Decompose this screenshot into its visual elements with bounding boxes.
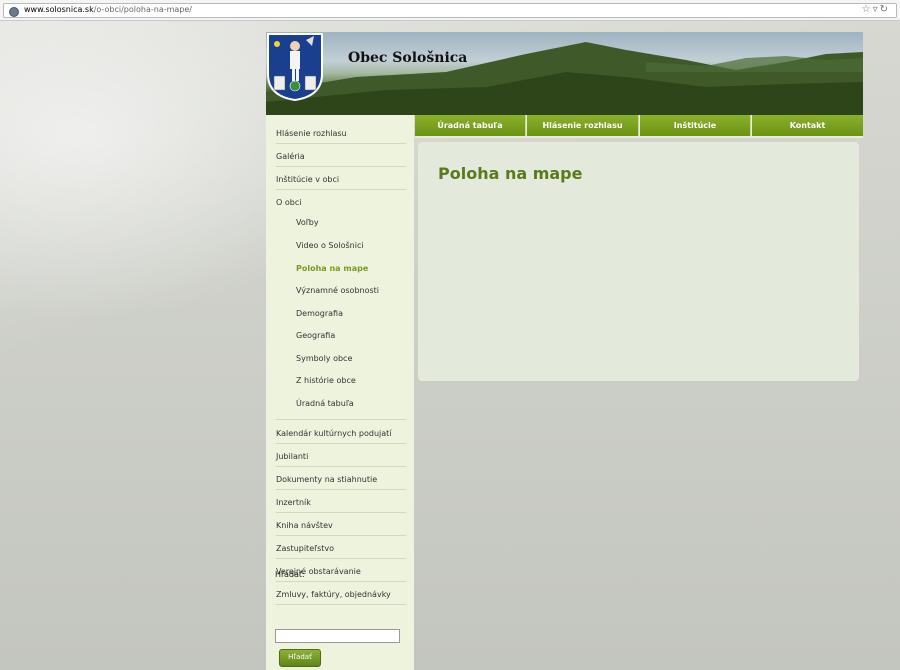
sidebar-item-kalendar[interactable]: Kalendár kultúrnych podujatí <box>276 429 406 444</box>
sidebar: Hlásenie rozhlasu Galéria Inštitúcie v o… <box>266 115 414 670</box>
top-navigation: Úradná tabuľa Hlásenie rozhlasu Inštitúc… <box>415 115 863 138</box>
sidebar-subitem-uradna-tabula[interactable]: Úradná tabuľa <box>296 399 354 408</box>
sidebar-subitem-osobnosti[interactable]: Významné osobnosti <box>296 286 379 295</box>
tab-kontakt[interactable]: Kontakt <box>752 115 863 136</box>
globe-icon <box>9 7 19 17</box>
header-banner: Obec Sološnica <box>266 32 863 115</box>
sidebar-subitem-poloha-na-mape[interactable]: Poloha na mape <box>296 264 368 273</box>
tab-institucie[interactable]: Inštitúcie <box>640 115 751 136</box>
star-icon[interactable]: ☆ <box>862 4 873 15</box>
sidebar-item-zastupitelstvo[interactable]: Zastupiteľstvo <box>276 544 406 559</box>
sidebar-divider <box>276 419 406 420</box>
sidebar-subitem-demografia[interactable]: Demografia <box>296 309 343 318</box>
search-input[interactable] <box>275 629 400 643</box>
url-text: www.solosnica.sk/o-obci/poloha-na-mape/ <box>24 5 192 14</box>
sidebar-item-galeria[interactable]: Galéria <box>276 152 406 167</box>
sidebar-subitem-volby[interactable]: Voľby <box>296 218 319 227</box>
tab-uradna-tabula[interactable]: Úradná tabuľa <box>415 115 526 136</box>
sidebar-subitem-historia[interactable]: Z histórie obce <box>296 376 356 385</box>
page-title: Poloha na mape <box>438 164 583 183</box>
browser-address-bar: www.solosnica.sk/o-obci/poloha-na-mape/ … <box>0 0 900 21</box>
sidebar-item-zmluvy[interactable]: Zmluvy, faktúry, objednávky <box>276 590 406 605</box>
reload-icon[interactable]: ↻ <box>880 4 890 15</box>
content-panel: Poloha na mape <box>418 142 859 381</box>
dropdown-arrow-icon[interactable]: ▿ <box>873 4 880 15</box>
sidebar-subitem-video[interactable]: Video o Sološnici <box>296 241 364 250</box>
sidebar-subitem-symboly[interactable]: Symboly obce <box>296 354 352 363</box>
site-title[interactable]: Obec Sološnica <box>348 50 467 66</box>
sidebar-item-hlasenie-rozhlasu[interactable]: Hlásenie rozhlasu <box>276 129 406 144</box>
url-field[interactable]: www.solosnica.sk/o-obci/poloha-na-mape/ … <box>3 3 897 18</box>
search-label: Hľadať: <box>275 570 305 579</box>
page-container: Obec Sološnica Hlásenie rozhlasu Galéria… <box>266 32 863 670</box>
sidebar-subitem-geografia[interactable]: Geografia <box>296 331 335 340</box>
sidebar-item-inzertnik[interactable]: Inzertník <box>276 498 406 513</box>
sidebar-item-jubilanti[interactable]: Jubilanti <box>276 452 406 467</box>
tab-hlasenie-rozhlasu[interactable]: Hlásenie rozhlasu <box>527 115 639 136</box>
search-button[interactable]: Hľadať <box>279 649 321 667</box>
mountain-landscape <box>266 42 863 115</box>
address-bar-actions: ☆▿↻ <box>862 4 890 15</box>
sidebar-item-o-obci[interactable]: O obci <box>276 198 406 212</box>
sidebar-item-dokumenty[interactable]: Dokumenty na stiahnutie <box>276 475 406 490</box>
sidebar-item-institucie[interactable]: Inštitúcie v obci <box>276 175 406 190</box>
sidebar-item-kniha-navstev[interactable]: Kniha návštev <box>276 521 406 536</box>
coat-of-arms-icon <box>267 33 323 102</box>
